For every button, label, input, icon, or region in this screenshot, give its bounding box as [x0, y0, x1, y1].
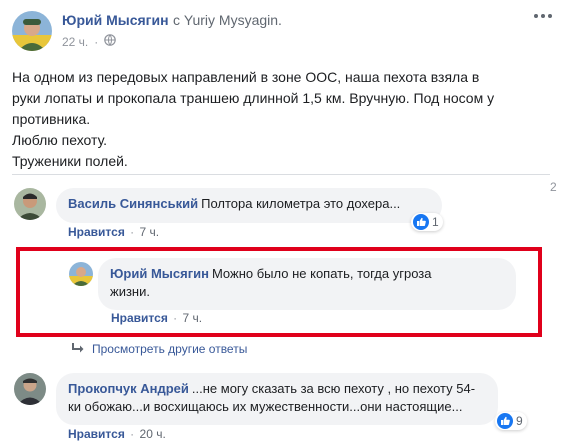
like-button[interactable]: Нравится [68, 427, 125, 441]
reply-time[interactable]: 7 ч. [183, 311, 203, 325]
separator-dot: · [173, 311, 178, 325]
comment-actions: Нравится · 7 ч. [68, 225, 159, 239]
comment-bubble: Василь Синянський Полтора километра это д… [56, 188, 442, 223]
reaction-badge[interactable]: 1 [411, 213, 443, 231]
reaction-count: 1 [432, 215, 439, 229]
comment-bubble: Прокопчук Андрей ...не могу сказать за вс… [56, 373, 498, 425]
reply-author-avatar[interactable] [69, 262, 93, 286]
side-marker: 2 [550, 180, 557, 194]
reply-actions: Нравится · 7 ч. [111, 311, 202, 325]
comment-time[interactable]: 7 ч. [140, 225, 160, 239]
post-header: Юрий Мысягин с Yuriy Mysyagin. [62, 12, 282, 30]
like-button[interactable]: Нравится [111, 311, 168, 325]
post-author-avatar[interactable] [12, 11, 52, 51]
post-author-name[interactable]: Юрий Мысягин [62, 12, 169, 28]
post-body: На одном из передовых направлений в зоне… [12, 67, 552, 172]
post-text-line: руки лопаты и прокопала траншею длинной … [12, 90, 495, 106]
comment-author[interactable]: Прокопчук Андрей [68, 381, 189, 396]
reaction-badge[interactable]: 9 [495, 412, 527, 430]
commenter-avatar[interactable] [14, 373, 46, 405]
post-text-line: противника. [12, 111, 91, 127]
reaction-count: 9 [516, 414, 523, 428]
comment-actions: Нравится · 20 ч. [68, 427, 166, 441]
like-button[interactable]: Нравится [68, 225, 125, 239]
like-icon [413, 214, 429, 230]
reply-text: Можно было не копать, тогда угроза [211, 266, 432, 281]
separator-dot: · [94, 34, 99, 49]
post-text-line: Люблю пехоту. [12, 132, 108, 148]
reply-text-line2: жизни. [110, 284, 150, 299]
comments-divider [12, 174, 550, 175]
comment-text: Полтора километра это дохера... [201, 196, 401, 211]
comment-author[interactable]: Василь Синянський [68, 196, 198, 211]
separator-dot: · [130, 225, 135, 239]
post-time[interactable]: 22 ч. [62, 35, 88, 49]
globe-icon [104, 34, 117, 49]
post-text-line: На одном из передовых направлений в зоне… [12, 69, 480, 85]
comment-text-line2: ки обожаю...и восхищаюсь их мужественнос… [68, 399, 463, 414]
separator-dot: · [130, 427, 135, 441]
comment-time[interactable]: 20 ч. [140, 427, 166, 441]
reply-author[interactable]: Юрий Мысягин [110, 266, 209, 281]
reply-arrow-icon [72, 342, 84, 356]
reply-bubble: Юрий Мысягин Можно было не копать, тогда … [98, 258, 516, 310]
post-via-text[interactable]: с Yuriy Mysyagin. [173, 12, 282, 28]
post-meta: 22 ч. · [62, 34, 117, 49]
view-more-replies[interactable]: Просмотреть другие ответы [72, 342, 247, 356]
commenter-avatar[interactable] [14, 188, 46, 220]
ellipsis-icon [533, 9, 553, 26]
post-text-line: Труженики полей. [12, 153, 128, 169]
post-more-button[interactable] [533, 9, 553, 27]
view-more-replies-label[interactable]: Просмотреть другие ответы [92, 342, 247, 356]
comment-text: ...не могу сказать за всю пехоту , но пе… [191, 381, 476, 396]
like-icon [497, 413, 513, 429]
